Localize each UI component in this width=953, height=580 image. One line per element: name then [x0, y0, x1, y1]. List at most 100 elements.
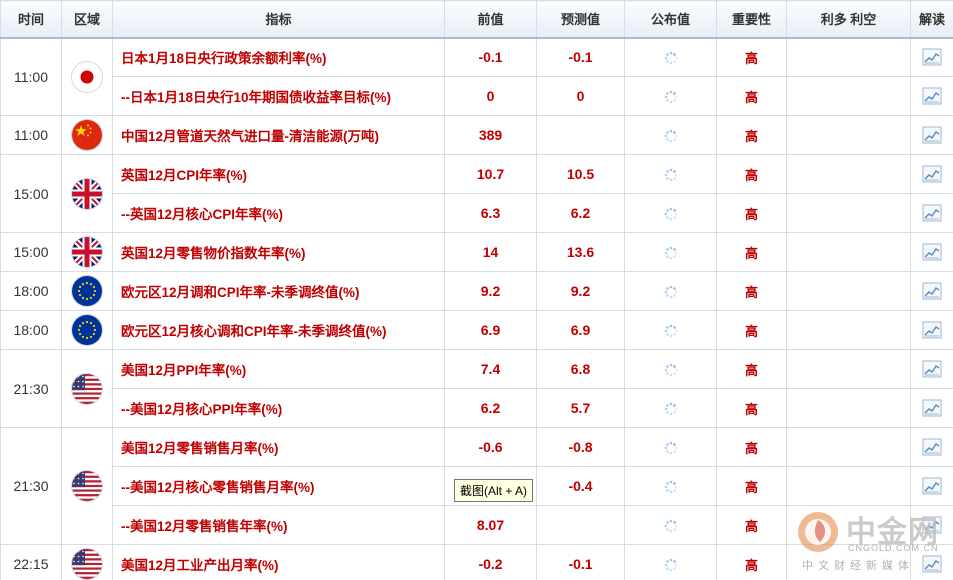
cn-flag-icon — [72, 120, 102, 150]
indicator-link[interactable]: 欧元区12月调和CPI年率-未季调终值(%) — [112, 271, 445, 311]
analysis-cell — [910, 76, 953, 116]
region-cell — [61, 271, 113, 311]
importance-level: 高 — [716, 388, 787, 428]
analysis-cell — [910, 544, 953, 580]
previous-value: 7.4 — [444, 349, 537, 389]
importance-level: 高 — [716, 310, 787, 350]
forecast-value: 6.9 — [536, 310, 625, 350]
chart-analysis-icon[interactable] — [922, 204, 942, 222]
previous-value: -0.1 — [444, 37, 537, 77]
chart-analysis-icon[interactable] — [922, 87, 942, 105]
chart-analysis-icon[interactable] — [922, 48, 942, 66]
table-row: 15:00 英国12月CPI年率(%) 10.7 10.5 高 — [0, 154, 953, 233]
previous-value: 9.2 — [444, 271, 537, 311]
eu-flag-icon — [72, 315, 102, 345]
header-actual: 公布值 — [624, 0, 717, 39]
region-cell — [61, 427, 113, 545]
header-importance: 重要性 — [716, 0, 787, 39]
header-region: 区域 — [61, 0, 113, 39]
loading-spinner-icon — [663, 204, 679, 220]
forecast-value: 10.5 — [536, 154, 625, 194]
indicator-link[interactable]: 美国12月零售销售月率(%) — [112, 427, 445, 467]
previous-value: -0.6 — [444, 427, 537, 467]
indicator-link[interactable]: --英国12月核心CPI年率(%) — [112, 193, 445, 233]
importance-level: 高 — [716, 115, 787, 155]
us-flag-icon — [72, 471, 102, 501]
chart-analysis-icon[interactable] — [922, 126, 942, 144]
event-time: 15:00 — [0, 232, 62, 272]
actual-value-cell — [624, 232, 717, 272]
actual-value-cell — [624, 115, 717, 155]
indicator-link[interactable]: --美国12月零售销售年率(%) — [112, 505, 445, 545]
event-time: 15:00 — [0, 154, 62, 233]
previous-value: 14 — [444, 232, 537, 272]
chart-analysis-icon[interactable] — [922, 165, 942, 183]
analysis-cell — [910, 427, 953, 467]
chart-analysis-icon[interactable] — [922, 243, 942, 261]
actual-value-cell — [624, 388, 717, 428]
importance-level: 高 — [716, 154, 787, 194]
analysis-cell — [910, 37, 953, 77]
importance-level: 高 — [716, 544, 787, 580]
chart-analysis-icon[interactable] — [922, 321, 942, 339]
analysis-cell — [910, 466, 953, 506]
chart-analysis-icon[interactable] — [922, 438, 942, 456]
chart-analysis-icon[interactable] — [922, 282, 942, 300]
indicator-link[interactable]: 欧元区12月核心调和CPI年率-未季调终值(%) — [112, 310, 445, 350]
loading-spinner-icon — [663, 321, 679, 337]
bull-bear-cell — [786, 466, 911, 506]
analysis-cell — [910, 154, 953, 194]
previous-value: 389 — [444, 115, 537, 155]
actual-value-cell — [624, 37, 717, 77]
indicator-link[interactable]: 美国12月工业产出月率(%) — [112, 544, 445, 580]
previous-value: -0.2 — [444, 544, 537, 580]
header-time: 时间 — [0, 0, 62, 39]
importance-level: 高 — [716, 349, 787, 389]
importance-level: 高 — [716, 427, 787, 467]
bull-bear-cell — [786, 271, 911, 311]
chart-analysis-icon[interactable] — [922, 399, 942, 417]
actual-value-cell — [624, 271, 717, 311]
bull-bear-cell — [786, 349, 911, 389]
indicator-link[interactable]: --日本1月18日央行10年期国债收益率目标(%) — [112, 76, 445, 116]
us-flag-icon — [72, 373, 102, 404]
importance-level: 高 — [716, 37, 787, 77]
importance-level: 高 — [716, 271, 787, 311]
uk-flag-icon — [72, 178, 102, 209]
indicator-link[interactable]: 英国12月零售物价指数年率(%) — [112, 232, 445, 272]
importance-level: 高 — [716, 193, 787, 233]
bull-bear-cell — [786, 427, 911, 467]
chart-analysis-icon[interactable] — [922, 360, 942, 378]
actual-value-cell — [624, 544, 717, 580]
analysis-cell — [910, 271, 953, 311]
previous-value: 8.07 — [444, 505, 537, 545]
indicator-link[interactable]: 中国12月管道天然气进口量-清洁能源(万吨) — [112, 115, 445, 155]
event-time: 22:15 — [0, 544, 62, 580]
chart-analysis-icon[interactable] — [922, 477, 942, 495]
bull-bear-cell — [786, 193, 911, 233]
table-row: 22:15 美国12月工业产出月率(%) -0.2 -0.1 高 — [0, 544, 953, 580]
chart-analysis-icon[interactable] — [922, 555, 942, 573]
forecast-value — [536, 115, 625, 155]
bull-bear-cell — [786, 154, 911, 194]
forecast-value — [536, 505, 625, 545]
table-row: 18:00 欧元区12月调和CPI年率-未季调终值(%) 9.2 9.2 高 — [0, 271, 953, 311]
indicator-link[interactable]: --美国12月核心零售销售月率(%) — [112, 466, 445, 506]
forecast-value: -0.1 — [536, 37, 625, 77]
indicator-link[interactable]: 英国12月CPI年率(%) — [112, 154, 445, 194]
jp-flag-icon — [72, 61, 102, 92]
analysis-cell — [910, 193, 953, 233]
bull-bear-cell — [786, 310, 911, 350]
event-time: 21:30 — [0, 427, 62, 545]
region-cell — [61, 310, 113, 350]
header-analysis: 解读 — [910, 0, 953, 39]
indicator-link[interactable]: --美国12月核心PPI年率(%) — [112, 388, 445, 428]
chart-analysis-icon[interactable] — [922, 516, 942, 534]
event-time: 18:00 — [0, 271, 62, 311]
region-cell — [61, 544, 113, 580]
indicator-link[interactable]: 美国12月PPI年率(%) — [112, 349, 445, 389]
actual-value-cell — [624, 427, 717, 467]
loading-spinner-icon — [663, 555, 679, 571]
actual-value-cell — [624, 193, 717, 233]
indicator-link[interactable]: 日本1月18日央行政策余额利率(%) — [112, 37, 445, 77]
